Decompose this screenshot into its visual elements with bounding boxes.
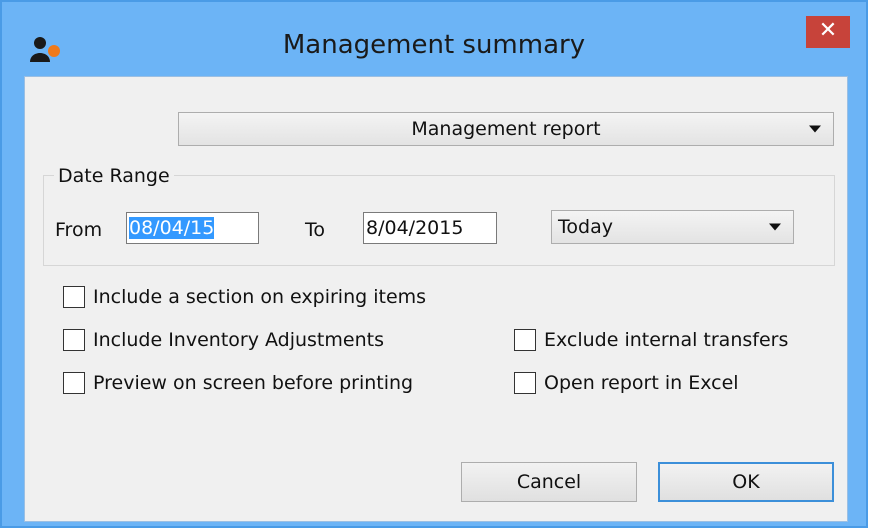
expiring-items-label: Include a section on expiring items bbox=[93, 286, 427, 308]
window-title: Management summary bbox=[282, 30, 586, 60]
dialog-body: Management report Date Range From 08/04/… bbox=[24, 76, 848, 522]
open-excel-label: Open report in Excel bbox=[544, 372, 739, 394]
chevron-down-icon bbox=[769, 223, 781, 231]
date-range-legend: Date Range bbox=[54, 165, 174, 187]
to-date-input[interactable]: 8/04/2015 bbox=[363, 212, 497, 244]
cancel-button[interactable]: Cancel bbox=[461, 462, 637, 502]
date-preset-value: Today bbox=[558, 216, 613, 238]
dialog-window: Management summary ✕ Management report D… bbox=[0, 0, 868, 528]
to-label: To bbox=[305, 219, 326, 241]
checkbox-box[interactable] bbox=[63, 329, 85, 351]
close-button[interactable]: ✕ bbox=[806, 16, 850, 48]
checkbox-box[interactable] bbox=[514, 372, 536, 394]
chevron-down-icon bbox=[809, 125, 821, 133]
checkbox-box[interactable] bbox=[514, 329, 536, 351]
from-label: From bbox=[55, 219, 103, 241]
checkbox-box[interactable] bbox=[63, 372, 85, 394]
checkbox-box[interactable] bbox=[63, 286, 85, 308]
date-preset-select[interactable]: Today bbox=[551, 210, 794, 244]
ok-button[interactable]: OK bbox=[658, 462, 834, 502]
from-date-selected-text: 08/04/15 bbox=[129, 217, 215, 239]
from-date-input[interactable]: 08/04/15 bbox=[126, 212, 259, 244]
title-bar[interactable]: Management summary ✕ bbox=[2, 2, 866, 76]
preview-label: Preview on screen before printing bbox=[93, 372, 414, 394]
exclude-transfers-label: Exclude internal transfers bbox=[544, 329, 789, 351]
inventory-adjustments-label: Include Inventory Adjustments bbox=[93, 329, 384, 351]
report-type-select[interactable]: Management report bbox=[178, 112, 834, 146]
report-type-value: Management report bbox=[411, 118, 601, 140]
